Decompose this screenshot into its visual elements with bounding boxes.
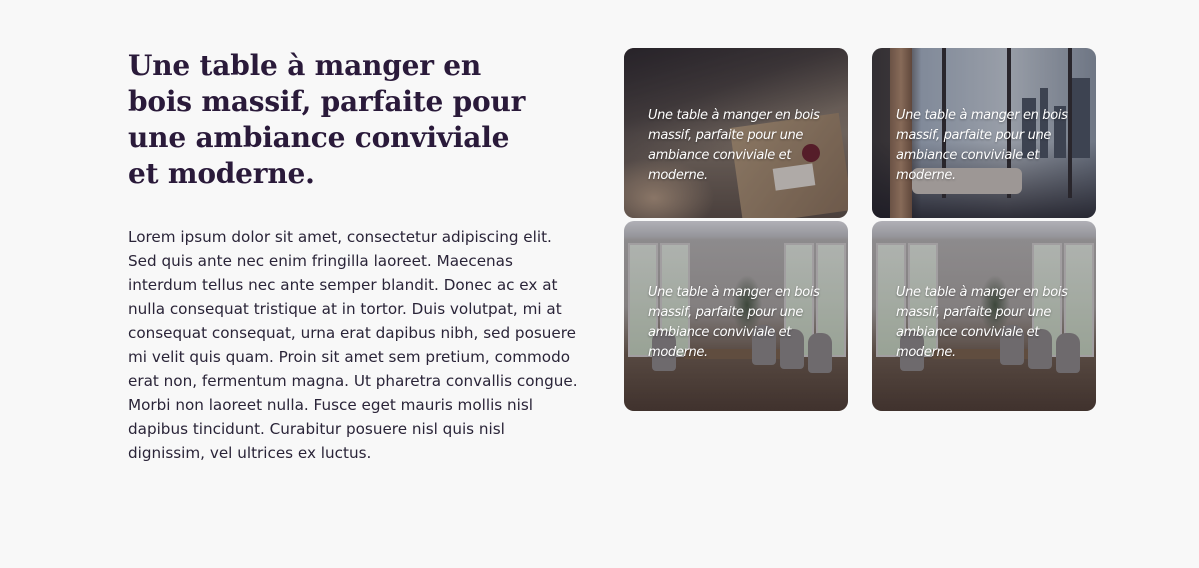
- card-caption: Une table à manger en bois massif, parfa…: [896, 285, 1068, 360]
- card-caption: Une table à manger en bois massif, parfa…: [648, 285, 820, 360]
- section-heading: Une table à manger en bois massif, parfa…: [128, 49, 526, 190]
- gallery-card-loft[interactable]: Une table à manger en bois massif, parfa…: [872, 48, 1096, 218]
- card-caption: Une table à manger en bois massif, parfa…: [896, 108, 1068, 183]
- card-caption: Une table à manger en bois massif, parfa…: [648, 108, 820, 183]
- section-body-text: Lorem ipsum dolor sit amet, consectetur …: [128, 228, 578, 462]
- gallery-card-dining-1[interactable]: Une table à manger en bois massif, parfa…: [624, 221, 848, 411]
- gallery-card-dining-2[interactable]: Une table à manger en bois massif, parfa…: [872, 221, 1096, 411]
- gallery-card-gift[interactable]: Une table à manger en bois massif, parfa…: [624, 48, 848, 218]
